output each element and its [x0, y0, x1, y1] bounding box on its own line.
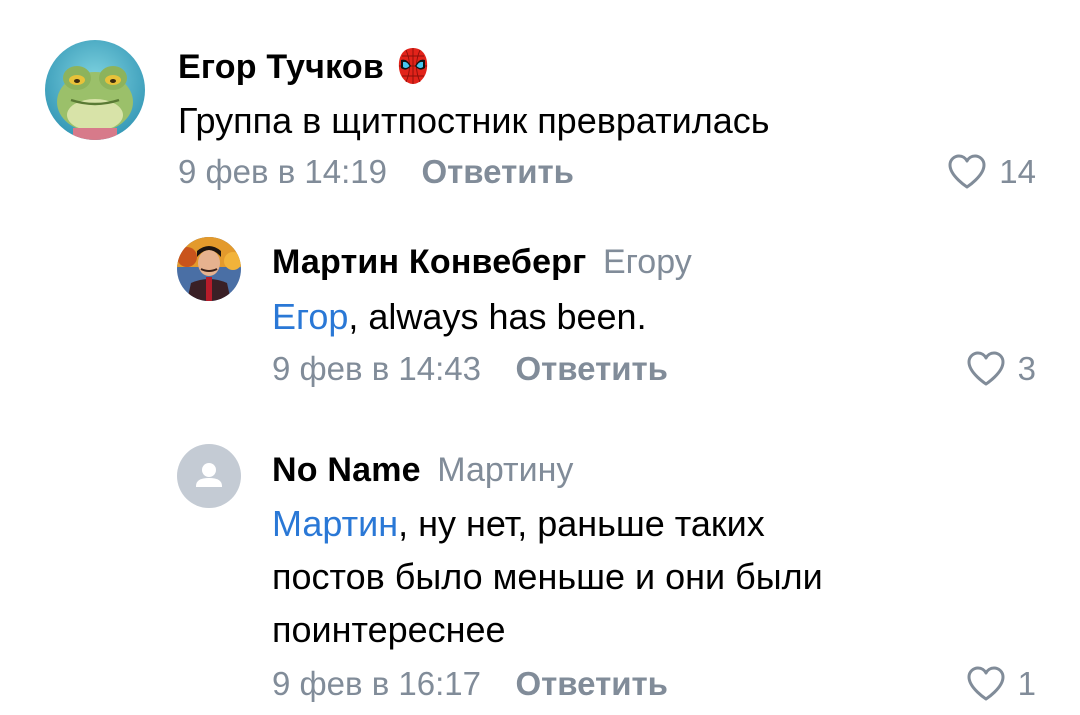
author-name[interactable]: Егор Тучков	[178, 48, 384, 86]
user-silhouette-icon	[196, 463, 222, 487]
reply-button[interactable]: Ответить	[421, 153, 574, 190]
like-button[interactable]: 3	[966, 349, 1036, 389]
comment-text-body: Группа в щитпостник превратилась	[178, 100, 770, 141]
author-line: Мартин Конвеберг Егору	[272, 242, 692, 282]
comment-text-line: постов было меньше и они были	[272, 556, 823, 597]
like-count: 3	[1017, 350, 1036, 387]
comment-text-line: поинтереснее	[272, 609, 506, 650]
timestamp: 9 фев в 14:43	[272, 350, 482, 387]
comment-text: Мартин, ну нет, раньше таких постов было…	[272, 497, 823, 656]
heart-outline-icon	[967, 666, 1005, 701]
man-avatar-icon	[177, 237, 241, 301]
like-count: 1	[1017, 665, 1036, 702]
reply-button[interactable]: Ответить	[515, 350, 668, 387]
mention-link[interactable]: Мартин	[272, 503, 398, 544]
avatar-martin[interactable]	[177, 237, 241, 301]
heart-outline-icon	[948, 154, 986, 189]
reply-to[interactable]: Мартину	[437, 451, 573, 489]
mention-link[interactable]: Егор	[272, 296, 348, 337]
author-name[interactable]: No Name	[272, 451, 421, 489]
author-line: No Name Мартину	[272, 450, 573, 490]
comment-meta: 9 фев в 14:19 Ответить	[178, 152, 574, 192]
author-line: Егор Тучков	[178, 46, 430, 86]
comment-text-line: Мартин, ну нет, раньше таких	[272, 497, 823, 550]
timestamp: 9 фев в 16:17	[272, 665, 482, 702]
comment-text-body: , ну нет, раньше таких	[398, 503, 765, 544]
reply-button[interactable]: Ответить	[515, 665, 668, 702]
comment-text: Егор, always has been.	[272, 290, 647, 343]
frog-avatar-icon	[45, 40, 145, 140]
like-count: 14	[999, 153, 1036, 190]
like-button[interactable]: 1	[966, 664, 1036, 704]
comment-text: Группа в щитпостник превратилась	[178, 94, 770, 147]
like-button[interactable]: 14	[947, 152, 1036, 192]
timestamp: 9 фев в 14:19	[178, 153, 388, 190]
author-name[interactable]: Мартин Конвеберг	[272, 243, 587, 281]
reply-to[interactable]: Егору	[603, 243, 692, 281]
comment-text-body: , always has been.	[348, 296, 647, 337]
avatar-default[interactable]	[177, 444, 241, 508]
avatar-egor[interactable]	[45, 40, 145, 140]
comment-meta: 9 фев в 14:43 Ответить	[272, 349, 668, 389]
comment-meta: 9 фев в 16:17 Ответить	[272, 664, 668, 704]
heart-outline-icon	[967, 351, 1005, 386]
